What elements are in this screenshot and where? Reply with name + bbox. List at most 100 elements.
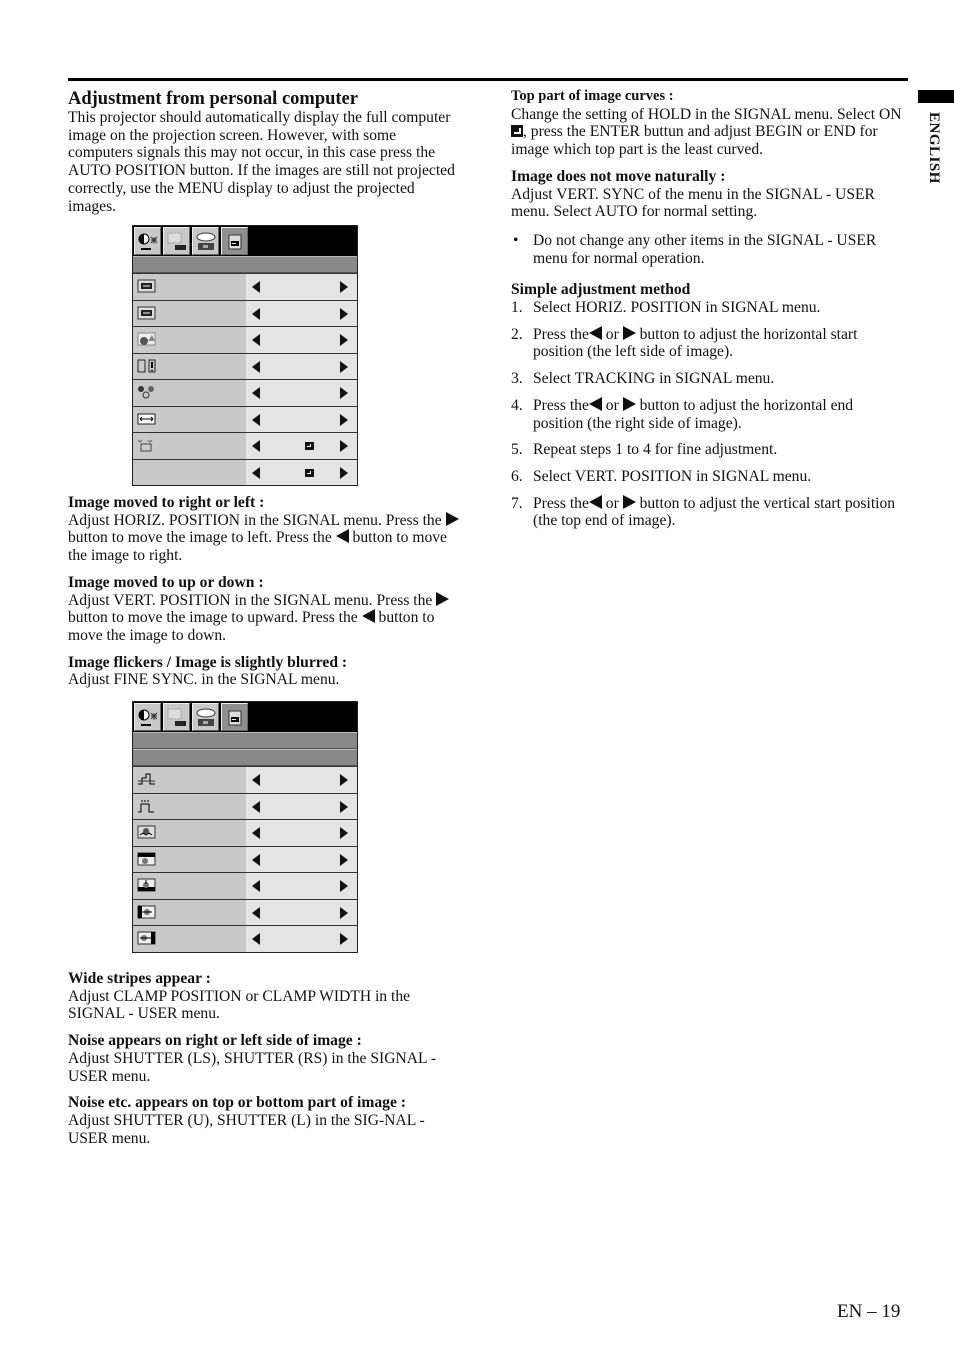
- installation-tab-icon[interactable]: [192, 703, 219, 731]
- right-arrow-icon[interactable]: [340, 440, 348, 452]
- topic-top-curves: Top part of image curves : Change the se…: [511, 88, 906, 159]
- menu-row-label: [133, 926, 246, 952]
- topic-up-down: Image moved to up or down : Adjust VERT.…: [68, 574, 463, 645]
- topic-heading: Image flickers / Image is slightly blurr…: [68, 653, 348, 671]
- menu-row[interactable]: [133, 379, 357, 406]
- left-topics-2: Wide stripes appear : Adjust CLAMP POSIT…: [68, 970, 463, 1156]
- step-number: 5.: [511, 441, 523, 459]
- left-column: Adjustment from personal computer This p…: [68, 89, 463, 215]
- left-arrow-icon[interactable]: [252, 281, 260, 293]
- right-arrow-icon[interactable]: [340, 334, 348, 346]
- vert-sync-icon: [137, 825, 156, 839]
- picture-tab-icon[interactable]: [134, 227, 161, 255]
- right-arrow-icon[interactable]: [340, 307, 348, 320]
- menu-row[interactable]: [133, 405, 357, 432]
- menu-row[interactable]: [133, 432, 357, 459]
- topic-text: Adjust HORIZ. POSITION in the SIGNAL men…: [68, 511, 463, 565]
- topic-flicker: Image flickers / Image is slightly blurr…: [68, 654, 463, 689]
- clamp-position-icon: [138, 773, 155, 785]
- enter-icon: [511, 125, 523, 138]
- step-text: Press the: [533, 396, 589, 414]
- menu-row[interactable]: [133, 458, 357, 485]
- topic-heading: Image moved to right or left :: [68, 494, 265, 511]
- menu-row[interactable]: [133, 845, 357, 872]
- left-arrow-icon[interactable]: [252, 440, 260, 452]
- left-arrow-icon[interactable]: [252, 307, 260, 320]
- menu-row-label: [133, 380, 246, 406]
- left-arrow-icon[interactable]: [252, 360, 260, 373]
- signal-tab-icon[interactable]: [221, 227, 248, 255]
- step-number: 6.: [511, 467, 523, 485]
- menu-row[interactable]: [133, 872, 357, 899]
- topic-heading: Top part of image curves :: [511, 88, 674, 104]
- right-arrow-icon[interactable]: [340, 827, 348, 839]
- vert-position-icon: [137, 306, 156, 319]
- menu-row-value: [246, 300, 357, 326]
- menu-row-value: [246, 926, 357, 952]
- right-arrow-icon[interactable]: [340, 880, 348, 892]
- right-arrow-icon[interactable]: [340, 466, 348, 479]
- menu-row-value: [246, 793, 357, 819]
- left-arrow-icon[interactable]: [252, 933, 260, 945]
- menu-row-value: [246, 327, 357, 353]
- left-arrow-icon: [588, 396, 602, 411]
- right-arrow-icon[interactable]: [340, 387, 348, 399]
- menu-row-label: [133, 820, 246, 846]
- menu-row-label: [133, 846, 246, 872]
- menu-row[interactable]: [133, 326, 357, 353]
- left-arrow-icon[interactable]: [252, 880, 260, 892]
- topic-text: Adjust CLAMP POSITION or CLAMP WIDTH in …: [68, 987, 411, 1023]
- menu-row-value: [246, 820, 357, 846]
- right-column: Top part of image curves : Change the se…: [511, 88, 906, 539]
- left-arrow-icon[interactable]: [252, 413, 260, 426]
- left-arrow-icon[interactable]: [252, 774, 260, 786]
- menu-row[interactable]: [133, 352, 357, 379]
- left-arrow-icon[interactable]: [252, 827, 260, 839]
- left-arrow-icon[interactable]: [252, 853, 260, 866]
- left-arrow-icon[interactable]: [252, 334, 260, 346]
- topic-text: Change the setting of HOLD in the SIGNAL…: [511, 105, 902, 159]
- step-text: Repeat steps 1 to 4 for fine adjustment.: [533, 441, 778, 459]
- right-arrow-icon[interactable]: [340, 360, 348, 373]
- left-arrow-icon[interactable]: [252, 906, 260, 919]
- menu-row[interactable]: [133, 766, 357, 793]
- right-arrow-icon[interactable]: [340, 800, 348, 813]
- step-text: or: [601, 396, 623, 414]
- right-arrow-icon[interactable]: [340, 933, 348, 945]
- menu-row[interactable]: [133, 273, 357, 300]
- topic-not-natural: Image does not move naturally : Adjust V…: [511, 168, 906, 221]
- left-arrow-icon[interactable]: [252, 800, 260, 813]
- image-tab-icon[interactable]: [163, 703, 190, 731]
- menu-row[interactable]: [133, 299, 357, 326]
- shutter-lower-icon: [137, 878, 156, 892]
- left-arrow-icon[interactable]: [252, 466, 260, 479]
- menu-row[interactable]: [133, 925, 357, 952]
- left-arrow-icon[interactable]: [252, 387, 260, 399]
- right-arrow-icon[interactable]: [340, 906, 348, 919]
- section-title: Adjustment from personal computer: [68, 89, 358, 109]
- signal-tab-icon[interactable]: [221, 703, 248, 731]
- right-arrow-icon[interactable]: [340, 413, 348, 426]
- topic-text: Adjust VERT. POSITION in the SIGNAL menu…: [68, 591, 463, 645]
- picture-tab-icon[interactable]: [134, 703, 161, 731]
- menu-row[interactable]: [133, 819, 357, 846]
- menu-row[interactable]: [133, 792, 357, 819]
- menu-row-label: [133, 899, 246, 925]
- width-icon: [137, 413, 156, 424]
- step-item: 1. Select HORIZ. POSITION in SIGNAL menu.: [511, 299, 906, 317]
- right-arrow-icon[interactable]: [340, 774, 348, 786]
- enter-icon: [305, 442, 314, 450]
- right-arrow-icon[interactable]: [340, 281, 348, 293]
- menu-row-value: [246, 459, 357, 485]
- left-arrow-icon: [588, 325, 602, 340]
- right-arrow-icon: [622, 325, 636, 340]
- step-item: 5. Repeat steps 1 to 4 for fine adjustmen…: [511, 441, 906, 459]
- menu-row[interactable]: [133, 898, 357, 925]
- menu-row-value: [246, 274, 357, 300]
- image-tab-icon[interactable]: [163, 227, 190, 255]
- topic-heading: Image does not move naturally :: [511, 167, 726, 185]
- installation-tab-icon[interactable]: [192, 227, 219, 255]
- simple-method-heading: Simple adjustment method: [511, 281, 691, 299]
- topic-heading: Wide stripes appear :: [68, 970, 211, 987]
- right-arrow-icon[interactable]: [340, 853, 348, 866]
